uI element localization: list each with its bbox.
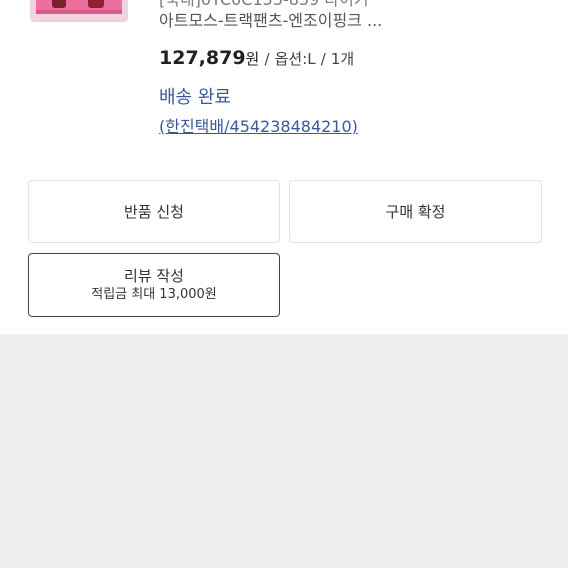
thumbnail-floor bbox=[36, 10, 122, 14]
review-reward-text: 적립금 최대 13,000원 bbox=[91, 287, 217, 302]
option-text: 옵션:L bbox=[274, 50, 316, 68]
price-value: 127,879 bbox=[159, 47, 246, 69]
price-row: 127,879원 / 옵션:L / 1개 bbox=[159, 46, 354, 71]
order-item-card: [국내]0TC0C155-859 라이커 아트모스-트랙팬츠-엔조이핑크 ...… bbox=[0, 0, 568, 334]
separator: / bbox=[320, 50, 326, 68]
button-label: 리뷰 작성 bbox=[124, 267, 184, 285]
button-label: 구매 확정 bbox=[385, 202, 446, 221]
return-request-button[interactable]: 반품 신청 bbox=[28, 180, 280, 243]
button-label: 반품 신청 bbox=[124, 202, 184, 221]
purchase-confirm-button[interactable]: 구매 확정 bbox=[289, 180, 542, 243]
delivery-status: 배송 완료 bbox=[159, 87, 231, 108]
thumbnail-figure bbox=[52, 0, 66, 8]
separator: / bbox=[264, 50, 270, 68]
product-thumbnail[interactable] bbox=[30, 0, 128, 22]
tracking-link[interactable]: (한진택배/454238484210) bbox=[159, 116, 358, 138]
product-name: 아트모스-트랙팬츠-엔조이핑크 ... bbox=[159, 11, 383, 30]
quantity-text: 1개 bbox=[330, 50, 355, 68]
thumbnail-figure bbox=[88, 0, 104, 8]
write-review-button[interactable]: 리뷰 작성 적립금 최대 13,000원 bbox=[28, 253, 280, 317]
product-title-line: [국내]0TC0C155-859 라이커 bbox=[159, 0, 369, 10]
price-currency: 원 bbox=[245, 50, 260, 68]
